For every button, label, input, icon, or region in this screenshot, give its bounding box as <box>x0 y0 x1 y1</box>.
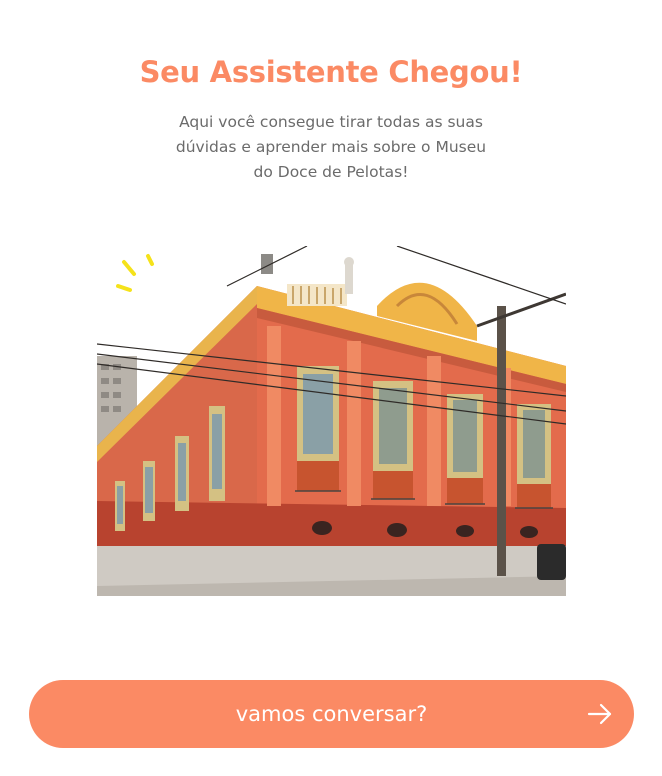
museum-photo <box>96 245 567 596</box>
start-chat-button[interactable]: vamos conversar? <box>29 680 634 748</box>
intro-text: Aqui você consegue tirar todas as suas d… <box>175 112 487 181</box>
sparkle-icon <box>116 254 154 292</box>
page-title: Seu Assistente Chegou! <box>139 55 523 90</box>
arrow-right-icon <box>587 703 612 725</box>
start-chat-label: vamos conversar? <box>235 702 428 726</box>
